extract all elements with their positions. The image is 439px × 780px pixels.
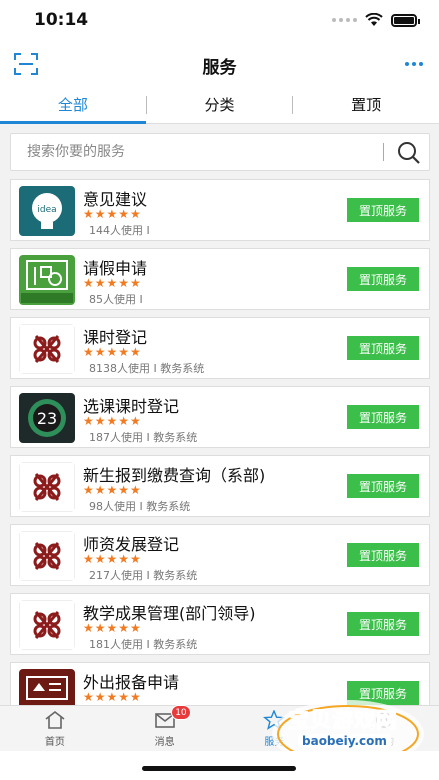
service-card[interactable]: 新生报到缴费查询（系部) ★★★★★ 98人使用 I 教务系统 置顶服务 bbox=[10, 455, 430, 517]
status-bar: 10:14 bbox=[0, 0, 439, 44]
service-card[interactable]: 教学成果管理(部门领导) ★★★★★ 181人使用 I 教务系统 置顶服务 bbox=[10, 593, 430, 655]
svg-text:23: 23 bbox=[37, 409, 57, 428]
service-card[interactable]: 请假申请 ★★★★★ 85人使用 I 置顶服务 bbox=[10, 248, 430, 310]
rating-stars: ★★★★★ bbox=[83, 414, 142, 428]
rating-stars: ★★★★★ bbox=[83, 621, 142, 635]
pin-service-button[interactable]: 置顶服务 bbox=[347, 474, 419, 498]
service-meta: 187人使用 I 教务系统 bbox=[89, 431, 198, 444]
service-meta: 144人使用 I bbox=[89, 224, 150, 237]
pin-service-button[interactable]: 置顶服务 bbox=[347, 543, 419, 567]
bottom-tab-messages[interactable]: 10 消息 bbox=[110, 705, 220, 751]
rating-stars: ★★★★★ bbox=[83, 483, 142, 497]
search-icon[interactable] bbox=[396, 140, 422, 166]
tab-pinned[interactable]: 置顶 bbox=[293, 86, 439, 123]
service-meta: 181人使用 I 教务系统 bbox=[89, 638, 198, 651]
pin-service-button[interactable]: 置顶服务 bbox=[347, 612, 419, 636]
tab-bar: 全部 分类 置顶 bbox=[0, 86, 439, 124]
tab-label: 置顶 bbox=[351, 96, 382, 114]
signal-icon bbox=[332, 18, 357, 22]
leave-request-icon bbox=[19, 255, 75, 305]
service-card[interactable]: 师资发展登记 ★★★★★ 217人使用 I 教务系统 置顶服务 bbox=[10, 524, 430, 586]
service-meta: 98人使用 I 教务系统 bbox=[89, 500, 191, 513]
school-logo-icon bbox=[19, 531, 75, 581]
search-bar bbox=[10, 133, 430, 171]
nav-bar: 服务 bbox=[0, 44, 439, 86]
service-meta: 8138人使用 I 教务系统 bbox=[89, 362, 205, 375]
pin-service-button[interactable]: 置顶服务 bbox=[347, 336, 419, 360]
bottom-tab-label: 消息 bbox=[154, 737, 175, 748]
home-icon bbox=[45, 710, 65, 729]
watermark-text: 宝贝游戏网 bbox=[288, 708, 398, 733]
rating-stars: ★★★★★ bbox=[83, 207, 142, 221]
tab-category[interactable]: 分类 bbox=[147, 86, 293, 123]
tab-all[interactable]: 全部 bbox=[0, 86, 146, 124]
idea-icon: idea bbox=[19, 186, 75, 236]
school-logo-icon bbox=[19, 462, 75, 512]
service-meta: 217人使用 I 教务系统 bbox=[89, 569, 198, 582]
bottom-tab-home[interactable]: 首页 bbox=[0, 706, 110, 751]
service-card[interactable]: 23 选课课时登记 ★★★★★ 187人使用 I 教务系统 置顶服务 bbox=[10, 386, 430, 448]
watermark-url: baobeiy.com bbox=[298, 734, 391, 748]
clock-23-icon: 23 bbox=[19, 393, 75, 443]
pin-service-button[interactable]: 置顶服务 bbox=[347, 405, 419, 429]
home-indicator[interactable] bbox=[142, 766, 296, 771]
tab-label: 分类 bbox=[204, 96, 235, 114]
unread-badge: 10 bbox=[171, 705, 191, 720]
status-time: 10:14 bbox=[34, 10, 89, 30]
bottom-tab-label: 首页 bbox=[44, 737, 65, 748]
rating-stars: ★★★★★ bbox=[83, 552, 142, 566]
service-card[interactable]: 课时登记 ★★★★★ 8138人使用 I 教务系统 置顶服务 bbox=[10, 317, 430, 379]
school-logo-icon bbox=[19, 600, 75, 650]
tab-label: 全部 bbox=[57, 96, 88, 114]
page-title: 服务 bbox=[202, 58, 237, 78]
search-input[interactable] bbox=[27, 134, 367, 170]
search-divider bbox=[383, 143, 384, 161]
wifi-icon bbox=[365, 13, 383, 26]
rating-stars: ★★★★★ bbox=[83, 690, 142, 704]
service-list: idea 意见建议 ★★★★★ 144人使用 I 置顶服务 请假申请 ★★★★★… bbox=[10, 179, 430, 731]
service-meta: 85人使用 I bbox=[89, 293, 143, 306]
school-logo-icon bbox=[19, 324, 75, 374]
pin-service-button[interactable]: 置顶服务 bbox=[347, 267, 419, 291]
status-icons bbox=[332, 13, 420, 27]
rating-stars: ★★★★★ bbox=[83, 345, 142, 359]
battery-icon bbox=[391, 13, 420, 27]
pin-service-button[interactable]: 置顶服务 bbox=[347, 198, 419, 222]
more-icon[interactable] bbox=[403, 54, 425, 74]
service-card[interactable]: idea 意见建议 ★★★★★ 144人使用 I 置顶服务 bbox=[10, 179, 430, 241]
svg-text:idea: idea bbox=[37, 205, 56, 215]
rating-stars: ★★★★★ bbox=[83, 276, 142, 290]
